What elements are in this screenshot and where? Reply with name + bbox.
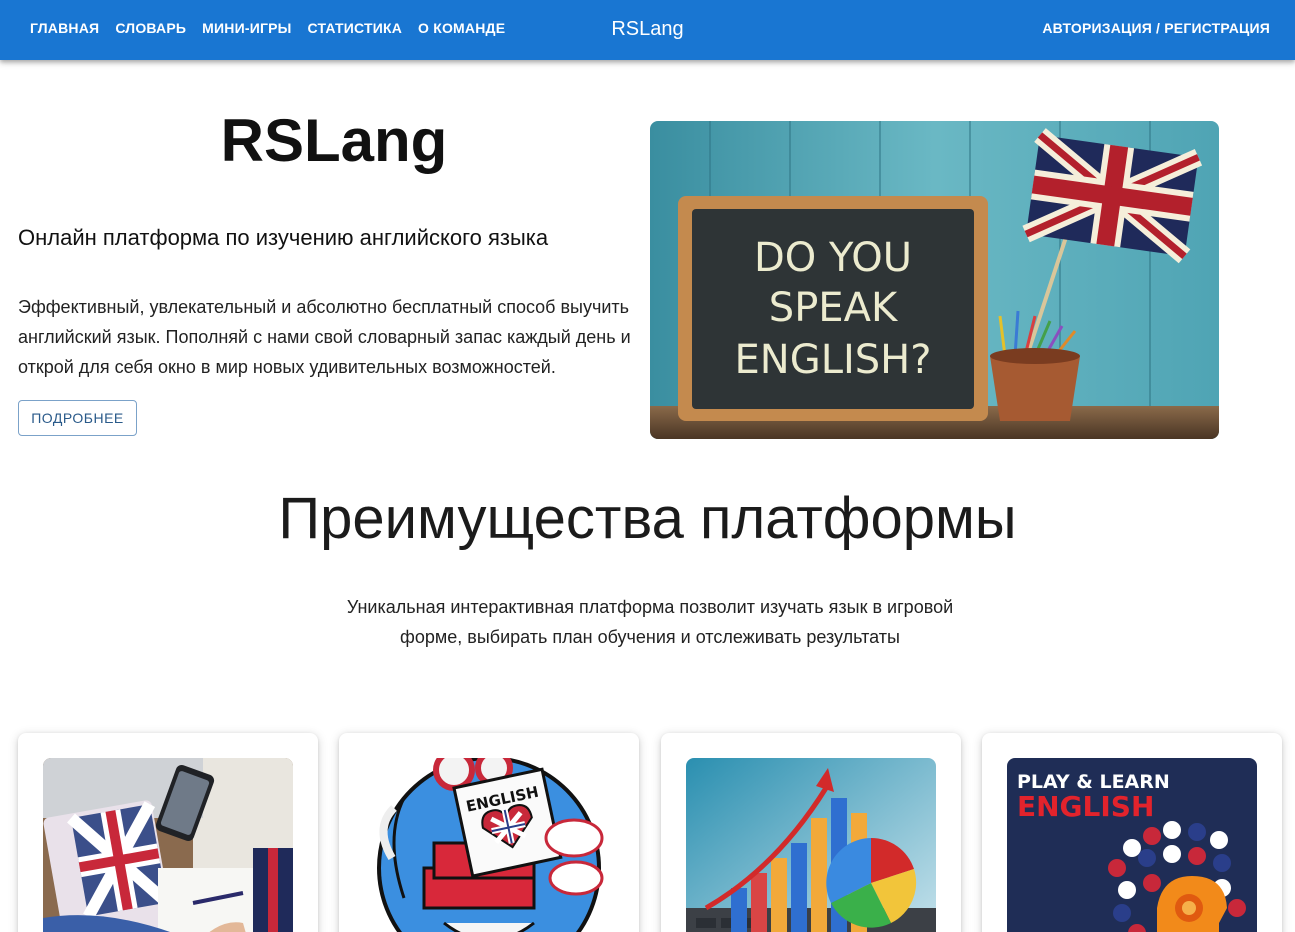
feature-card-1[interactable] — [18, 733, 318, 932]
hero-description: Эффективный, увлекательный и абсолютно б… — [18, 297, 631, 377]
brand-title[interactable]: RSLang — [611, 18, 683, 40]
feature-card-2[interactable]: ENGLISH — [339, 733, 639, 932]
hero-title: RSLang — [220, 107, 448, 174]
feature-card-4[interactable]: PLAY & LEARN ENGLISH — [982, 733, 1282, 932]
nav-mini-games-link[interactable]: Мини-игры — [194, 0, 299, 56]
nav-team-link[interactable]: О команде — [410, 0, 513, 56]
advantages-description: Уникальная интерактивная платформа позво… — [346, 597, 954, 647]
chalk-line-3: ENGLISH? — [735, 337, 932, 383]
main-nav: Главная Словарь Мини-игры Статистика О к… — [22, 0, 513, 56]
nav-dictionary-link[interactable]: Словарь — [107, 0, 194, 56]
nav-home-link[interactable]: Главная — [22, 0, 107, 56]
poster-line-2: ENGLISH — [1017, 790, 1154, 823]
chalk-line-2: SPEAK — [769, 285, 899, 331]
app-header: Главная Словарь Мини-игры Статистика О к… — [0, 0, 1295, 60]
feature-card-3[interactable] — [661, 733, 961, 932]
play-and-learn-english-poster: PLAY & LEARN ENGLISH — [1007, 758, 1257, 932]
auth-link[interactable]: Авторизация / Регистрация — [1042, 0, 1270, 56]
advantages-title: Преимущества платформы — [278, 486, 1017, 551]
more-button[interactable]: Подробнее — [18, 400, 137, 436]
english-books-and-tea-illustration: ENGLISH — [364, 758, 614, 932]
hero-image: DO YOU SPEAK ENGLISH? — [650, 121, 1219, 439]
notebook-with-union-jack-photo — [43, 758, 293, 932]
hero-subtitle: Онлайн платформа по изучению английского… — [18, 225, 549, 250]
nav-statistics-link[interactable]: Статистика — [300, 0, 411, 56]
3d-bar-chart-photo — [686, 758, 936, 932]
chalk-line-1: DO YOU — [754, 235, 912, 281]
